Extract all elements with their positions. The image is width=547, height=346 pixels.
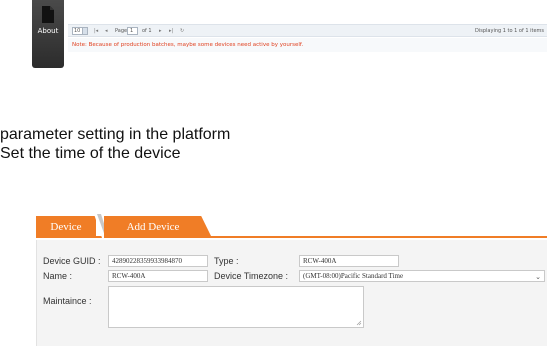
add-device-form: Device GUID : 42890228359933984870 Type … <box>36 240 547 346</box>
chevron-down-icon <box>82 28 87 34</box>
type-label: Type : <box>214 256 239 266</box>
resize-grip-icon[interactable] <box>356 320 362 326</box>
type-field[interactable]: RCW-400A <box>299 255 399 267</box>
display-count: Displaying 1 to 1 of 1 items <box>475 28 544 34</box>
section-subheading: Set the time of the device <box>0 145 181 162</box>
sidebar-item-label: About <box>37 27 59 35</box>
activation-notice: Note: Because of production batches, may… <box>68 38 547 52</box>
page-size-select[interactable]: 10 <box>72 27 88 35</box>
page-label: Page <box>115 28 128 34</box>
timezone-label: Device Timezone : <box>214 271 289 281</box>
timezone-select[interactable]: (GMT-08:00)Pacific Standard Time ⌄ <box>299 270 545 282</box>
prev-page-icon[interactable]: ◂ <box>105 28 108 34</box>
first-page-icon[interactable]: |◂ <box>94 28 98 34</box>
pagination-bar: 10 |◂ ◂ Page 1 of 1 ▸ ▸| ↻ Displaying 1 … <box>68 24 547 37</box>
document-icon <box>42 6 54 23</box>
section-heading: parameter setting in the platform <box>0 126 231 143</box>
chevron-down-icon: ⌄ <box>535 273 541 281</box>
page-total: of 1 <box>142 28 152 34</box>
maintaince-label: Maintaince : <box>43 296 92 306</box>
sidebar-item-about[interactable]: About <box>32 0 64 68</box>
page-number-input[interactable]: 1 <box>127 27 138 35</box>
name-field[interactable]: RCW-400A <box>108 270 208 282</box>
tab-device[interactable]: Device <box>36 216 96 238</box>
tab-bar: Device Add Device <box>36 214 547 238</box>
guid-field[interactable]: 42890228359933984870 <box>108 255 208 267</box>
next-page-icon[interactable]: ▸ <box>159 28 162 34</box>
name-label: Name : <box>43 271 73 281</box>
refresh-icon[interactable]: ↻ <box>180 28 184 34</box>
tab-add-device[interactable]: Add Device <box>104 216 212 238</box>
last-page-icon[interactable]: ▸| <box>169 28 173 34</box>
guid-label: Device GUID : <box>43 256 101 266</box>
maintaince-textarea[interactable] <box>108 286 364 328</box>
